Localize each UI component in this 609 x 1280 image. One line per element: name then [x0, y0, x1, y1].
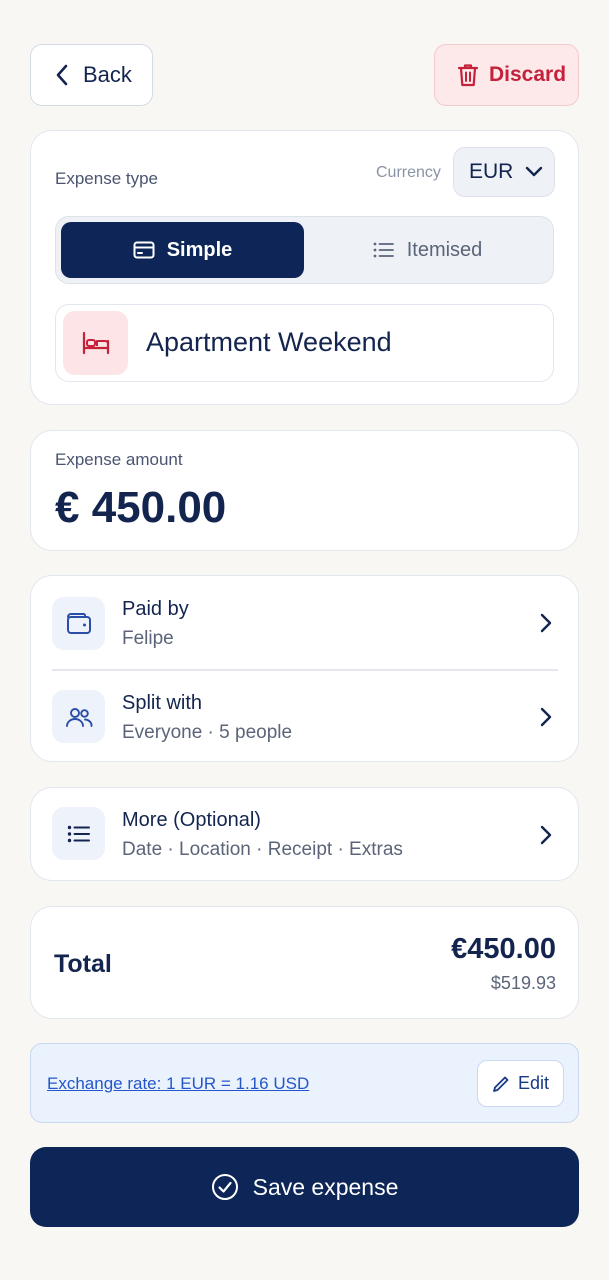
- more-title: More (Optional): [122, 809, 261, 831]
- amount-label: Expense amount: [55, 450, 183, 469]
- paid-by-value: Felipe: [122, 628, 174, 649]
- paid-by-title: Paid by: [122, 598, 189, 620]
- list-icon: [373, 242, 394, 258]
- more-value: Date · Location · Receipt · Extras: [122, 839, 403, 860]
- exchange-rate-card: Exchange rate: 1 EUR = 1.16 USD Edit: [30, 1043, 579, 1123]
- expense-type-card: Expense type Currency EUR Simple Itemise…: [30, 130, 579, 405]
- amount-card[interactable]: Expense amount € 450.00: [30, 430, 579, 551]
- currency-label: Currency: [376, 164, 441, 181]
- currency-value: EUR: [469, 160, 514, 183]
- total-eur: €450.00: [451, 933, 556, 965]
- save-expense-button[interactable]: Save expense: [30, 1147, 579, 1227]
- save-label: Save expense: [252, 1173, 399, 1200]
- split-with-title: Split with: [122, 692, 203, 714]
- chevron-right-icon: [540, 707, 552, 727]
- paid-by-row[interactable]: Paid by Felipe: [31, 576, 578, 669]
- total-label: Total: [54, 950, 112, 978]
- amount-value: € 450.00: [55, 483, 227, 532]
- expense-type-toggle: Simple Itemised: [55, 216, 554, 284]
- category-icon-box: [63, 311, 128, 375]
- discard-label: Discard: [489, 63, 567, 86]
- category-row[interactable]: Apartment Weekend: [55, 304, 554, 382]
- pencil-icon: [493, 1076, 509, 1092]
- segment-itemised-label: Itemised: [406, 238, 483, 261]
- total-card: Total €450.00 $519.93: [30, 906, 579, 1019]
- chevron-left-icon: [56, 64, 68, 86]
- list-icon: [67, 825, 90, 842]
- discard-button[interactable]: Discard: [434, 44, 579, 106]
- expense-type-label: Expense type: [55, 169, 159, 188]
- people-card: Paid by Felipe Split with Everyone · 5 p…: [30, 575, 579, 762]
- edit-label: Edit: [517, 1073, 550, 1093]
- currency-select[interactable]: EUR: [453, 147, 555, 197]
- more-card[interactable]: More (Optional) Date · Location · Receip…: [30, 787, 579, 881]
- segment-itemised[interactable]: Itemised: [306, 222, 549, 278]
- wallet-icon: [66, 612, 91, 634]
- split-with-row[interactable]: Split with Everyone · 5 people: [31, 671, 578, 762]
- exchange-rate-link[interactable]: Exchange rate: 1 EUR = 1.16 USD: [47, 1074, 309, 1094]
- trash-icon: [457, 64, 479, 87]
- edit-rate-button[interactable]: Edit: [477, 1060, 564, 1107]
- chevron-down-icon: [526, 166, 543, 177]
- chevron-right-icon: [540, 825, 552, 845]
- back-button[interactable]: Back: [30, 44, 153, 106]
- segment-simple[interactable]: Simple: [61, 222, 304, 278]
- people-icon: [65, 707, 92, 727]
- row-icon-box: [52, 597, 105, 650]
- card-icon: [133, 241, 155, 259]
- total-usd: $519.93: [490, 973, 556, 993]
- back-label: Back: [83, 62, 132, 87]
- category-name: Apartment Weekend: [146, 327, 392, 357]
- segment-simple-label: Simple: [166, 238, 233, 261]
- row-icon-box: [52, 690, 105, 743]
- row-icon-box: [52, 807, 105, 860]
- split-with-value: Everyone · 5 people: [122, 722, 293, 743]
- check-circle-icon: [211, 1174, 238, 1200]
- bed-icon: [82, 331, 109, 355]
- chevron-right-icon: [540, 613, 552, 633]
